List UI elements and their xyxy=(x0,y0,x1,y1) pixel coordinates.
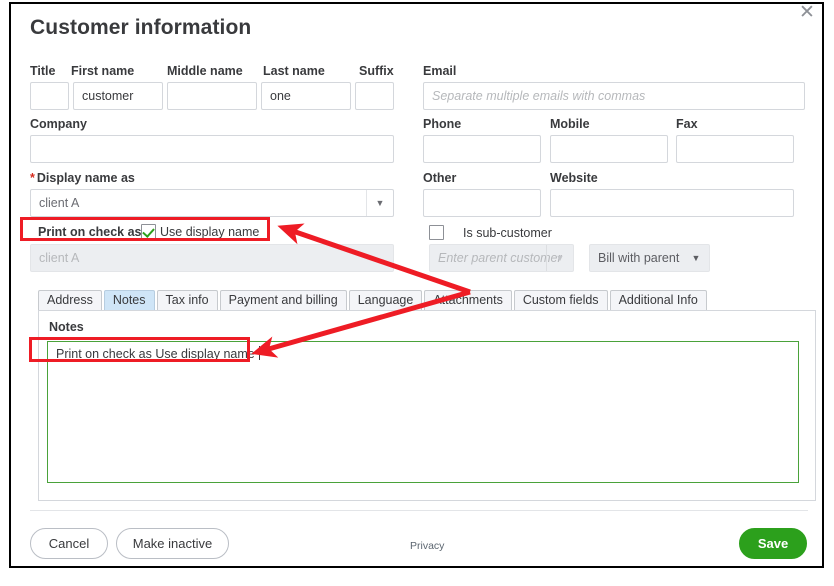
footer-divider xyxy=(30,510,808,511)
parent-customer-combo: Enter parent customer ▼ xyxy=(429,244,574,272)
mobile-field[interactable] xyxy=(550,135,668,163)
parent-customer-placeholder: Enter parent customer xyxy=(438,251,562,265)
chevron-down-icon[interactable]: ▼ xyxy=(366,190,393,216)
tab-notes[interactable]: Notes xyxy=(103,290,155,311)
first-name-field[interactable]: customer xyxy=(73,82,163,110)
notes-textarea[interactable]: Print on check as Use display name xyxy=(47,341,799,483)
tab-bar: Address Notes Tax info Payment and billi… xyxy=(38,289,709,311)
label-mobile: Mobile xyxy=(550,117,590,131)
customer-information-modal: ✕ Customer information Title First name … xyxy=(9,2,824,568)
privacy-link[interactable]: Privacy xyxy=(410,540,444,552)
label-first-name: First name xyxy=(71,64,135,78)
label-company: Company xyxy=(30,117,87,131)
print-on-check-field: client A xyxy=(30,244,394,272)
company-field[interactable] xyxy=(30,135,394,163)
title-field[interactable] xyxy=(30,82,69,110)
notes-label: Notes xyxy=(49,320,84,334)
label-display-name: Display name as xyxy=(30,171,135,185)
label-middle-name: Middle name xyxy=(167,64,243,78)
label-last-name: Last name xyxy=(263,64,325,78)
tab-custom-fields[interactable]: Custom fields xyxy=(513,290,608,311)
fax-field[interactable] xyxy=(676,135,794,163)
use-display-name-label: Use display name xyxy=(160,225,260,239)
label-fax: Fax xyxy=(676,117,698,131)
tab-language[interactable]: Language xyxy=(348,290,423,311)
label-website: Website xyxy=(550,171,598,185)
page-title: Customer information xyxy=(30,16,252,39)
website-field[interactable] xyxy=(550,189,794,217)
is-sub-customer-checkbox[interactable] xyxy=(429,225,444,240)
text-cursor xyxy=(259,346,260,360)
chevron-down-icon: ▼ xyxy=(546,245,573,271)
notes-value: Print on check as Use display name xyxy=(56,347,255,361)
label-email: Email xyxy=(423,64,457,78)
tab-additional-info[interactable]: Additional Info xyxy=(609,290,707,311)
email-field[interactable]: Separate multiple emails with commas xyxy=(423,82,805,110)
last-name-field[interactable]: one xyxy=(261,82,351,110)
label-suffix: Suffix xyxy=(359,64,394,78)
other-field[interactable] xyxy=(423,189,541,217)
tab-address[interactable]: Address xyxy=(38,290,102,311)
is-sub-customer-label: Is sub-customer xyxy=(463,226,552,240)
tab-tax-info[interactable]: Tax info xyxy=(156,290,218,311)
middle-name-field[interactable] xyxy=(167,82,257,110)
notes-panel: Notes Print on check as Use display name xyxy=(38,310,816,501)
save-button[interactable]: Save xyxy=(739,528,807,559)
chevron-down-icon[interactable]: ▼ xyxy=(683,245,709,271)
display-name-value: client A xyxy=(39,196,80,210)
make-inactive-button[interactable]: Make inactive xyxy=(116,528,229,559)
label-other: Other xyxy=(423,171,457,185)
label-title: Title xyxy=(30,64,56,78)
bill-with-parent-combo[interactable]: Bill with parent ▼ xyxy=(589,244,710,272)
suffix-field[interactable] xyxy=(355,82,394,110)
phone-field[interactable] xyxy=(423,135,541,163)
tab-payment-and-billing[interactable]: Payment and billing xyxy=(219,290,347,311)
use-display-name-checkbox[interactable] xyxy=(141,224,156,239)
tab-attachments[interactable]: Attachments xyxy=(424,290,512,311)
close-icon[interactable]: ✕ xyxy=(796,2,818,24)
display-name-combo[interactable]: client A ▼ xyxy=(30,189,394,217)
cancel-button[interactable]: Cancel xyxy=(30,528,108,559)
screenshot-root: ✕ Customer information Title First name … xyxy=(0,0,834,586)
label-phone: Phone xyxy=(423,117,462,131)
bill-with-parent-value: Bill with parent xyxy=(598,251,680,265)
print-on-check-label: Print on check as xyxy=(38,225,142,239)
